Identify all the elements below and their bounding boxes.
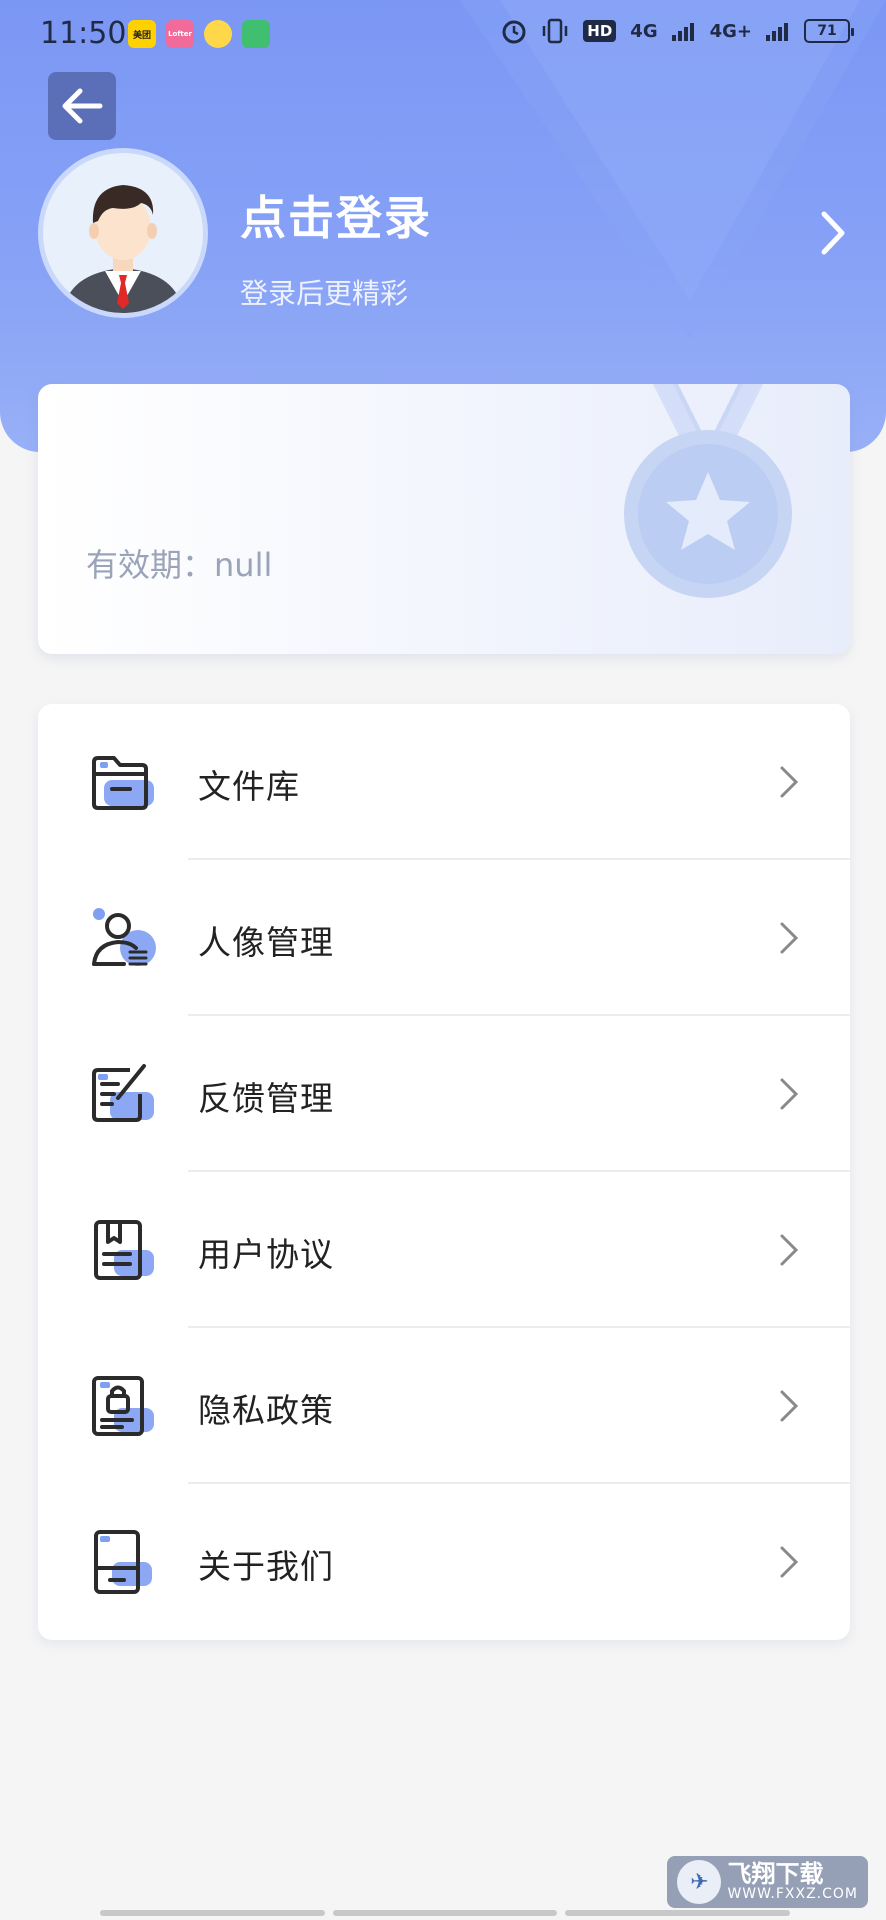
arrow-left-icon — [62, 88, 103, 124]
menu-item-feedback-management[interactable]: 反馈管理 — [38, 1016, 850, 1172]
lofter-app-icon: Lofter — [166, 20, 194, 48]
watermark-title: 飞翔下载 — [727, 1860, 824, 1889]
chevron-right-icon — [780, 1390, 799, 1422]
meituan-app-icon: 美团 — [128, 20, 156, 48]
medal-icon — [624, 384, 792, 598]
network-4gplus-label: 4G+ — [709, 20, 752, 42]
status-time: 11:50 — [40, 16, 127, 51]
chevron-right-icon — [780, 1234, 799, 1266]
chevron-right-icon[interactable] — [812, 208, 852, 258]
menu-item-user-agreement[interactable]: 用户协议 — [38, 1172, 850, 1328]
validity-text: 有效期：null — [86, 546, 273, 584]
status-app-icons: 美团 Lofter — [128, 20, 270, 48]
menu-item-label: 隐私政策 — [198, 1391, 334, 1430]
login-subtitle: 登录后更精彩 — [240, 277, 409, 310]
video-app-icon — [242, 20, 270, 48]
menu-list: 文件库 人像管理 反馈管理 用户协议 隐私政策 关于我们 — [38, 704, 850, 1640]
battery-indicator: 71 — [804, 19, 854, 43]
watermark-logo-icon: ✈ — [677, 1860, 722, 1904]
menu-item-privacy-policy[interactable]: 隐私政策 — [38, 1328, 850, 1484]
about-icon — [94, 1530, 152, 1594]
login-title[interactable]: 点击登录 — [240, 182, 432, 248]
back-button[interactable] — [48, 72, 116, 140]
feedback-icon — [92, 1064, 154, 1122]
privacy-icon — [92, 1376, 154, 1436]
hd-indicator: HD — [583, 20, 617, 42]
menu-item-label: 文件库 — [198, 767, 300, 806]
watermark-url: WWW.FXXZ.COM — [727, 1886, 858, 1903]
signal-icon — [671, 23, 694, 41]
status-indicators: HD 4G 4G+ 71 — [501, 18, 854, 44]
portrait-icon — [92, 908, 156, 966]
menu-item-label: 用户协议 — [198, 1235, 334, 1274]
qq-music-app-icon — [204, 20, 232, 48]
network-4g-label: 4G — [630, 20, 658, 42]
menu-item-about-us[interactable]: 关于我们 — [38, 1484, 850, 1640]
signal-icon-2 — [766, 23, 788, 41]
chevron-right-icon — [780, 1546, 799, 1578]
avatar-illustration-icon — [63, 185, 183, 313]
folder-icon — [92, 756, 154, 810]
chevron-right-icon — [780, 766, 799, 798]
home-indicator — [100, 1910, 791, 1916]
site-watermark: ✈ 飞翔下载 WWW.FXXZ.COM — [667, 1856, 868, 1908]
chevron-right-icon — [780, 922, 799, 954]
menu-item-label: 反馈管理 — [198, 1079, 334, 1118]
status-bar: 11:50 美团 Lofter HD 4G 4G+ 71 — [0, 0, 886, 68]
menu-item-portrait-management[interactable]: 人像管理 — [38, 860, 850, 1016]
membership-card[interactable]: 有效期：null — [38, 384, 850, 654]
chevron-right-icon — [780, 1078, 799, 1110]
menu-item-label: 关于我们 — [198, 1547, 334, 1586]
menu-item-label: 人像管理 — [198, 923, 334, 962]
vibrate-icon — [543, 18, 568, 44]
alarm-icon — [502, 20, 526, 44]
profile-page: 11:50 美团 Lofter HD 4G 4G+ 71 点击登录 登录后更精彩… — [0, 0, 886, 1920]
menu-item-file-library[interactable]: 文件库 — [38, 704, 850, 860]
agreement-icon — [94, 1220, 154, 1280]
user-avatar[interactable] — [38, 148, 208, 318]
